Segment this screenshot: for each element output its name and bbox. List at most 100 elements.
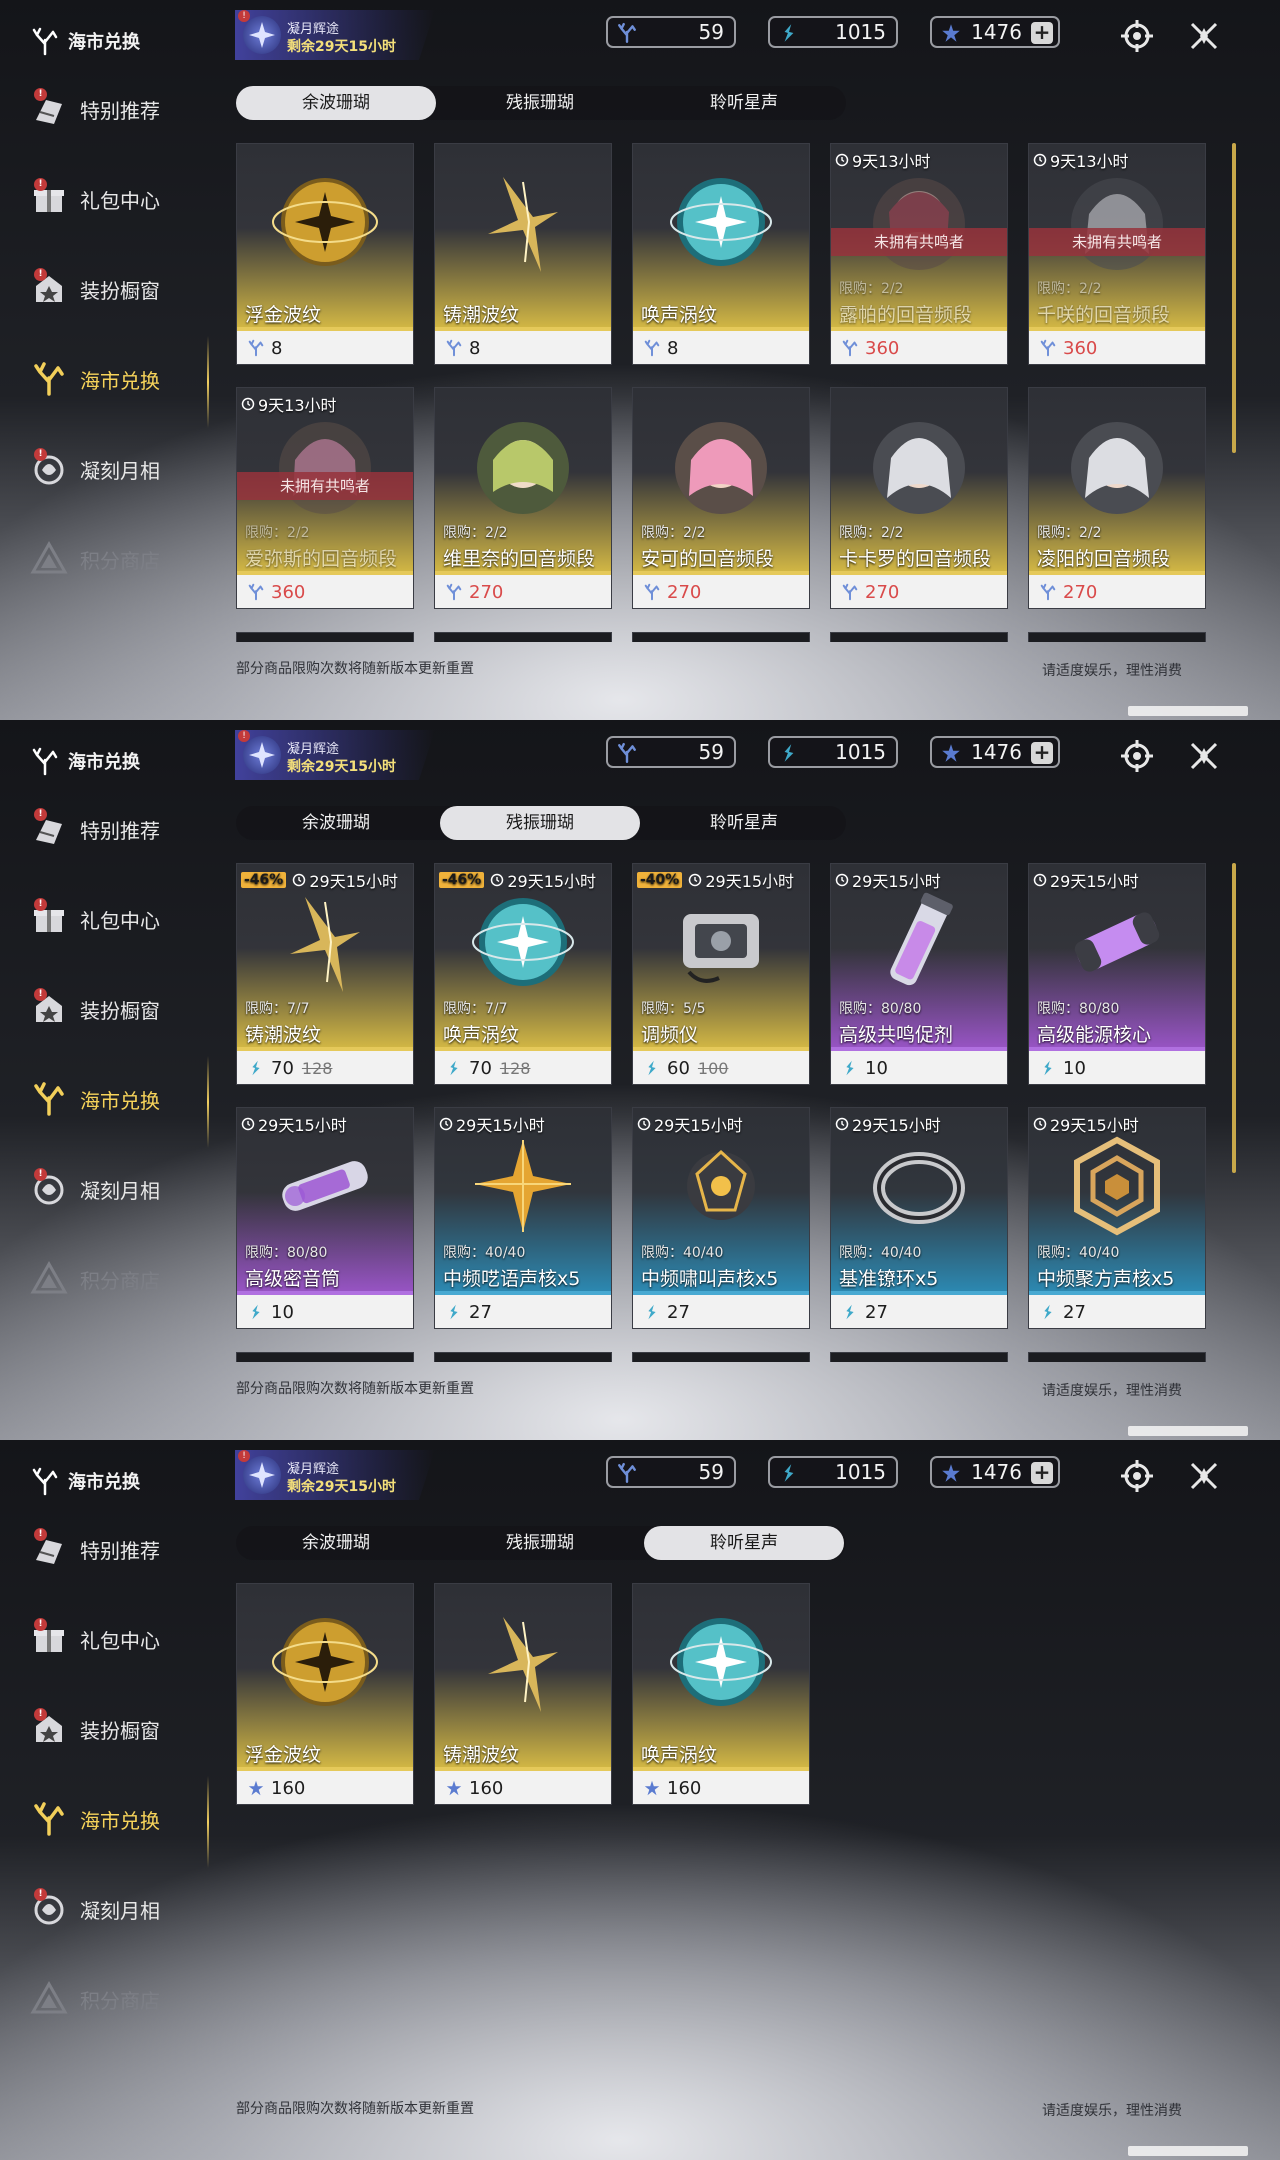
add-currency-button[interactable]: +: [1031, 742, 1053, 764]
item-card-peek[interactable]: [1028, 632, 1206, 642]
currency-amount: 59: [698, 20, 724, 44]
tab-2[interactable]: 残振珊瑚: [440, 86, 640, 120]
item-card[interactable]: -46% 29天15小时 限购：7/7 铸潮波纹 70 128: [236, 863, 414, 1085]
settings-icon[interactable]: [1119, 1458, 1155, 1494]
device-icon: [661, 882, 781, 1002]
add-currency-button[interactable]: +: [1031, 22, 1053, 44]
item-card[interactable]: 未拥有共鸣者 9天13小时 限购：2/2 露帕的回音频段 360: [830, 143, 1008, 365]
settings-icon[interactable]: [1119, 18, 1155, 54]
sidebar-item-special-recommend[interactable]: ! 特别推荐: [28, 808, 160, 850]
item-card-peek[interactable]: [236, 1352, 414, 1362]
sidebar-item-points-shop[interactable]: 积分商店: [28, 1258, 160, 1300]
tab-bar: 余波珊瑚 残振珊瑚 聆听星声: [236, 86, 846, 120]
tab-3[interactable]: 聆听星声: [644, 86, 844, 120]
item-card[interactable]: 限购：2/2 卡卡罗的回音频段 270: [830, 387, 1008, 609]
event-banner[interactable]: ! 凝月辉途 剩余29天15小时: [235, 1450, 435, 1500]
purchase-limit: 限购：40/40: [1037, 1245, 1120, 1261]
clock-icon: [293, 873, 306, 887]
item-card-peek[interactable]: [830, 1352, 1008, 1362]
settings-icon[interactable]: [1119, 738, 1155, 774]
shard-currency-icon: [252, 1060, 260, 1076]
close-icon[interactable]: [1186, 738, 1222, 774]
footer-advice: 请适度娱乐，理性消费: [1042, 663, 1182, 679]
item-card[interactable]: 限购：2/2 维里奈的回音频段 270: [434, 387, 612, 609]
sidebar-item-market-exchange[interactable]: 海市兑换: [28, 1078, 160, 1120]
sidebar-item-moon-phase[interactable]: ! 凝刻月相: [28, 1168, 160, 1210]
sidebar-item-market-exchange[interactable]: 海市兑换: [28, 1798, 160, 1840]
item-card[interactable]: 29天15小时 限购：40/40 中频呓语声核x5 27: [434, 1107, 612, 1329]
tab-1[interactable]: 余波珊瑚: [236, 806, 436, 840]
tab-2[interactable]: 残振珊瑚: [440, 1526, 640, 1560]
item-card[interactable]: 铸潮波纹 8: [434, 143, 612, 365]
coral-currency-icon: [1040, 339, 1056, 357]
sidebar-item-market-exchange[interactable]: 海市兑换: [28, 358, 160, 400]
sidebar-item-gift-center[interactable]: ! 礼包中心: [28, 1618, 160, 1660]
item-price: 360: [1029, 331, 1205, 364]
vial-icon: [859, 882, 979, 1002]
sidebar-item-label: 特别推荐: [80, 1538, 160, 1563]
item-card[interactable]: 29天15小时 限购：80/80 高级密音筒 10: [236, 1107, 414, 1329]
item-card-peek[interactable]: [434, 1352, 612, 1362]
item-card[interactable]: 29天15小时 限购：40/40 中频聚方声核x5 27: [1028, 1107, 1206, 1329]
sidebar-item-gift-center[interactable]: ! 礼包中心: [28, 898, 160, 940]
tab-3[interactable]: 聆听星声: [644, 806, 844, 840]
item-card-peek[interactable]: [434, 632, 612, 642]
sidebar-item-gift-center[interactable]: ! 礼包中心: [28, 178, 160, 220]
sidebar-item-outfit-showcase[interactable]: ! 装扮橱窗: [28, 1708, 160, 1750]
item-card-peek[interactable]: [830, 632, 1008, 642]
shard-currency-icon: [252, 1304, 260, 1320]
price-value: 8: [469, 337, 481, 359]
close-icon[interactable]: [1186, 1458, 1222, 1494]
item-card[interactable]: 限购：2/2 凌阳的回音频段 270: [1028, 387, 1206, 609]
sidebar-item-outfit-showcase[interactable]: ! 装扮橱窗: [28, 988, 160, 1030]
item-card[interactable]: 29天15小时 限购：40/40 基准镣环x5 27: [830, 1107, 1008, 1329]
sidebar-item-label: 积分商店: [80, 1988, 160, 2013]
sidebar-item-outfit-showcase[interactable]: ! 装扮橱窗: [28, 268, 160, 310]
coral-currency-icon: [446, 339, 462, 357]
sidebar-item-moon-phase[interactable]: ! 凝刻月相: [28, 448, 160, 490]
sidebar-item-points-shop[interactable]: 积分商店: [28, 1978, 160, 2020]
item-card[interactable]: 未拥有共鸣者 9天13小时 限购：2/2 千咲的回音频段 360: [1028, 143, 1206, 365]
sidebar-item-moon-phase[interactable]: ! 凝刻月相: [28, 1888, 160, 1930]
item-card-peek[interactable]: [632, 1352, 810, 1362]
original-price: 128: [301, 1058, 333, 1078]
item-card[interactable]: 未拥有共鸣者 9天13小时 限购：2/2 爱弥斯的回音频段 360: [236, 387, 414, 609]
item-card-peek[interactable]: [632, 632, 810, 642]
event-banner[interactable]: ! 凝月辉途 剩余29天15小时: [235, 730, 435, 780]
timer-text: 29天15小时: [1050, 872, 1139, 891]
item-card[interactable]: 唤声涡纹 8: [632, 143, 810, 365]
item-card[interactable]: 浮金波纹 8: [236, 143, 414, 365]
tab-1[interactable]: 余波珊瑚: [236, 1526, 436, 1560]
tab-3[interactable]: 聆听星声: [644, 1526, 844, 1560]
event-remaining: 剩余29天15小时: [287, 1479, 396, 1495]
timer-text: 29天15小时: [1050, 1116, 1139, 1135]
scrollbar[interactable]: [1232, 143, 1236, 453]
item-card-peek[interactable]: [1028, 1352, 1206, 1362]
purchase-limit: 限购：2/2: [1037, 281, 1102, 297]
item-card[interactable]: 唤声涡纹 160: [632, 1583, 810, 1805]
price-value: 70: [271, 1057, 294, 1079]
add-currency-button[interactable]: +: [1031, 1462, 1053, 1484]
sidebar-item-points-shop[interactable]: 积分商店: [28, 538, 160, 580]
item-card[interactable]: 29天15小时 限购：80/80 高级共鸣促剂 10: [830, 863, 1008, 1085]
item-name: 中频聚方声核x5: [1037, 1268, 1175, 1290]
item-card[interactable]: -46% 29天15小时 限购：7/7 唤声涡纹 70 128: [434, 863, 612, 1085]
scrollbar[interactable]: [1232, 863, 1236, 1173]
item-card-peek[interactable]: [236, 632, 414, 642]
tab-2[interactable]: 残振珊瑚: [440, 806, 640, 840]
coral-currency-icon: [248, 583, 264, 601]
item-card[interactable]: 浮金波纹 160: [236, 1583, 414, 1805]
sidebar-item-label: 装扮橱窗: [80, 1718, 160, 1743]
tab-1[interactable]: 余波珊瑚: [236, 86, 436, 120]
item-card[interactable]: 29天15小时 限购：80/80 高级能源核心 10: [1028, 863, 1206, 1085]
item-card[interactable]: 限购：2/2 安可的回音频段 270: [632, 387, 810, 609]
shard-currency-icon: [450, 1304, 458, 1320]
sidebar-item-special-recommend[interactable]: ! 特别推荐: [28, 1528, 160, 1570]
item-card[interactable]: -40% 29天15小时 限购：5/5 调频仪 60 100: [632, 863, 810, 1085]
item-card[interactable]: 29天15小时 限购：40/40 中频啸叫声核x5 27: [632, 1107, 810, 1329]
item-card[interactable]: 铸潮波纹 160: [434, 1583, 612, 1805]
clock-icon: [1033, 873, 1047, 887]
event-banner[interactable]: ! 凝月辉途 剩余29天15小时: [235, 10, 435, 60]
close-icon[interactable]: [1186, 18, 1222, 54]
sidebar-item-special-recommend[interactable]: ! 特别推荐: [28, 88, 160, 130]
